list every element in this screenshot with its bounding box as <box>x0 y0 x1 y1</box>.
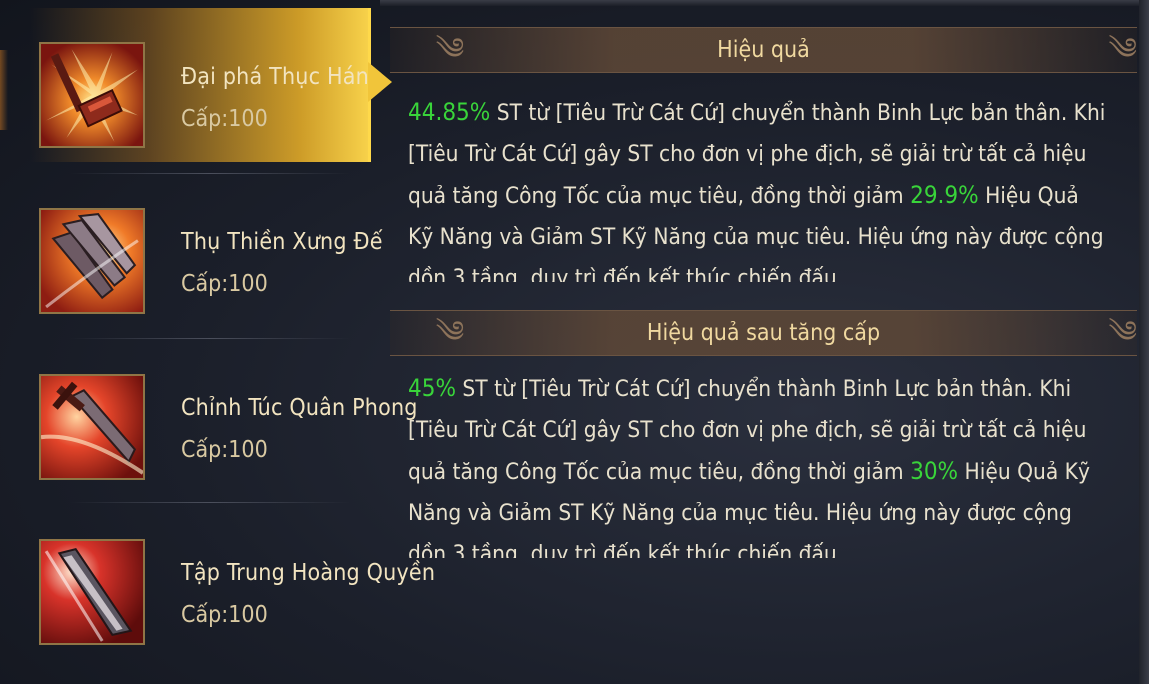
skill-name: Chỉnh Túc Quân Phong <box>181 395 418 421</box>
upgrade-panel: ༄ Hiệu quả sau tăng cấp ༄ 45% ST từ [Tiê… <box>390 300 1137 684</box>
effect-title: Hiệu quả <box>717 37 810 63</box>
effect-description[interactable]: 44.85% ST từ [Tiêu Trừ Cát Cứ] chuyển th… <box>408 92 1107 282</box>
skill-name: Thụ Thiền Xưng Đế <box>181 229 383 255</box>
skill-item-chinh-tuc-quan-phong[interactable]: Chỉnh Túc Quân Phong Cấp:100 <box>30 331 417 481</box>
upgrade-title: Hiệu quả sau tăng cấp <box>646 320 881 346</box>
sword-strike-icon <box>39 374 145 480</box>
upgrade-percent-2: 30% <box>910 457 959 485</box>
triple-blades-icon <box>39 208 145 314</box>
effect-header: ༄ Hiệu quả ༄ <box>390 27 1137 73</box>
upgrade-description[interactable]: 45% ST từ [Tiêu Trừ Cát Cứ] chuyển thành… <box>408 368 1107 558</box>
skill-list: Đại phá Thục Hán Cấp:100 Thụ Thiền Xưng … <box>0 0 435 684</box>
effect-panel: ༄ Hiệu quả ༄ 44.85% ST từ [Tiêu Trừ Cát … <box>390 0 1137 300</box>
selection-arrow-icon <box>368 62 392 102</box>
effect-percent-1: 44.85% <box>408 98 491 126</box>
skill-item-tap-trung-hoang-quyen[interactable]: Tập Trung Hoàng Quyền Cấp:100 <box>30 496 435 646</box>
skill-level: Cấp:100 <box>181 437 268 463</box>
ornament-left-icon: ༄ <box>435 32 465 67</box>
skill-item-thu-thien-xung-de[interactable]: Thụ Thiền Xưng Đế Cấp:100 <box>30 165 382 315</box>
ornament-left-icon: ༄ <box>435 315 465 350</box>
ornament-right-icon: ༄ <box>1108 32 1137 67</box>
ornament-right-icon: ༄ <box>1108 315 1137 350</box>
upgrade-percent-1: 45% <box>408 374 456 402</box>
effect-percent-2: 29.9% <box>910 181 979 209</box>
blade-slash-icon <box>39 539 145 645</box>
panel-right-frame <box>1139 0 1149 684</box>
skill-name: Đại phá Thục Hán <box>181 64 369 90</box>
upgrade-header: ༄ Hiệu quả sau tăng cấp ༄ <box>390 310 1137 356</box>
skill-level: Cấp:100 <box>181 106 268 132</box>
skill-level: Cấp:100 <box>181 602 268 628</box>
skill-level: Cấp:100 <box>181 271 268 297</box>
skill-item-dai-pha-thuc-han[interactable]: Đại phá Thục Hán Cấp:100 <box>30 0 371 162</box>
hammer-burst-icon <box>39 42 145 148</box>
